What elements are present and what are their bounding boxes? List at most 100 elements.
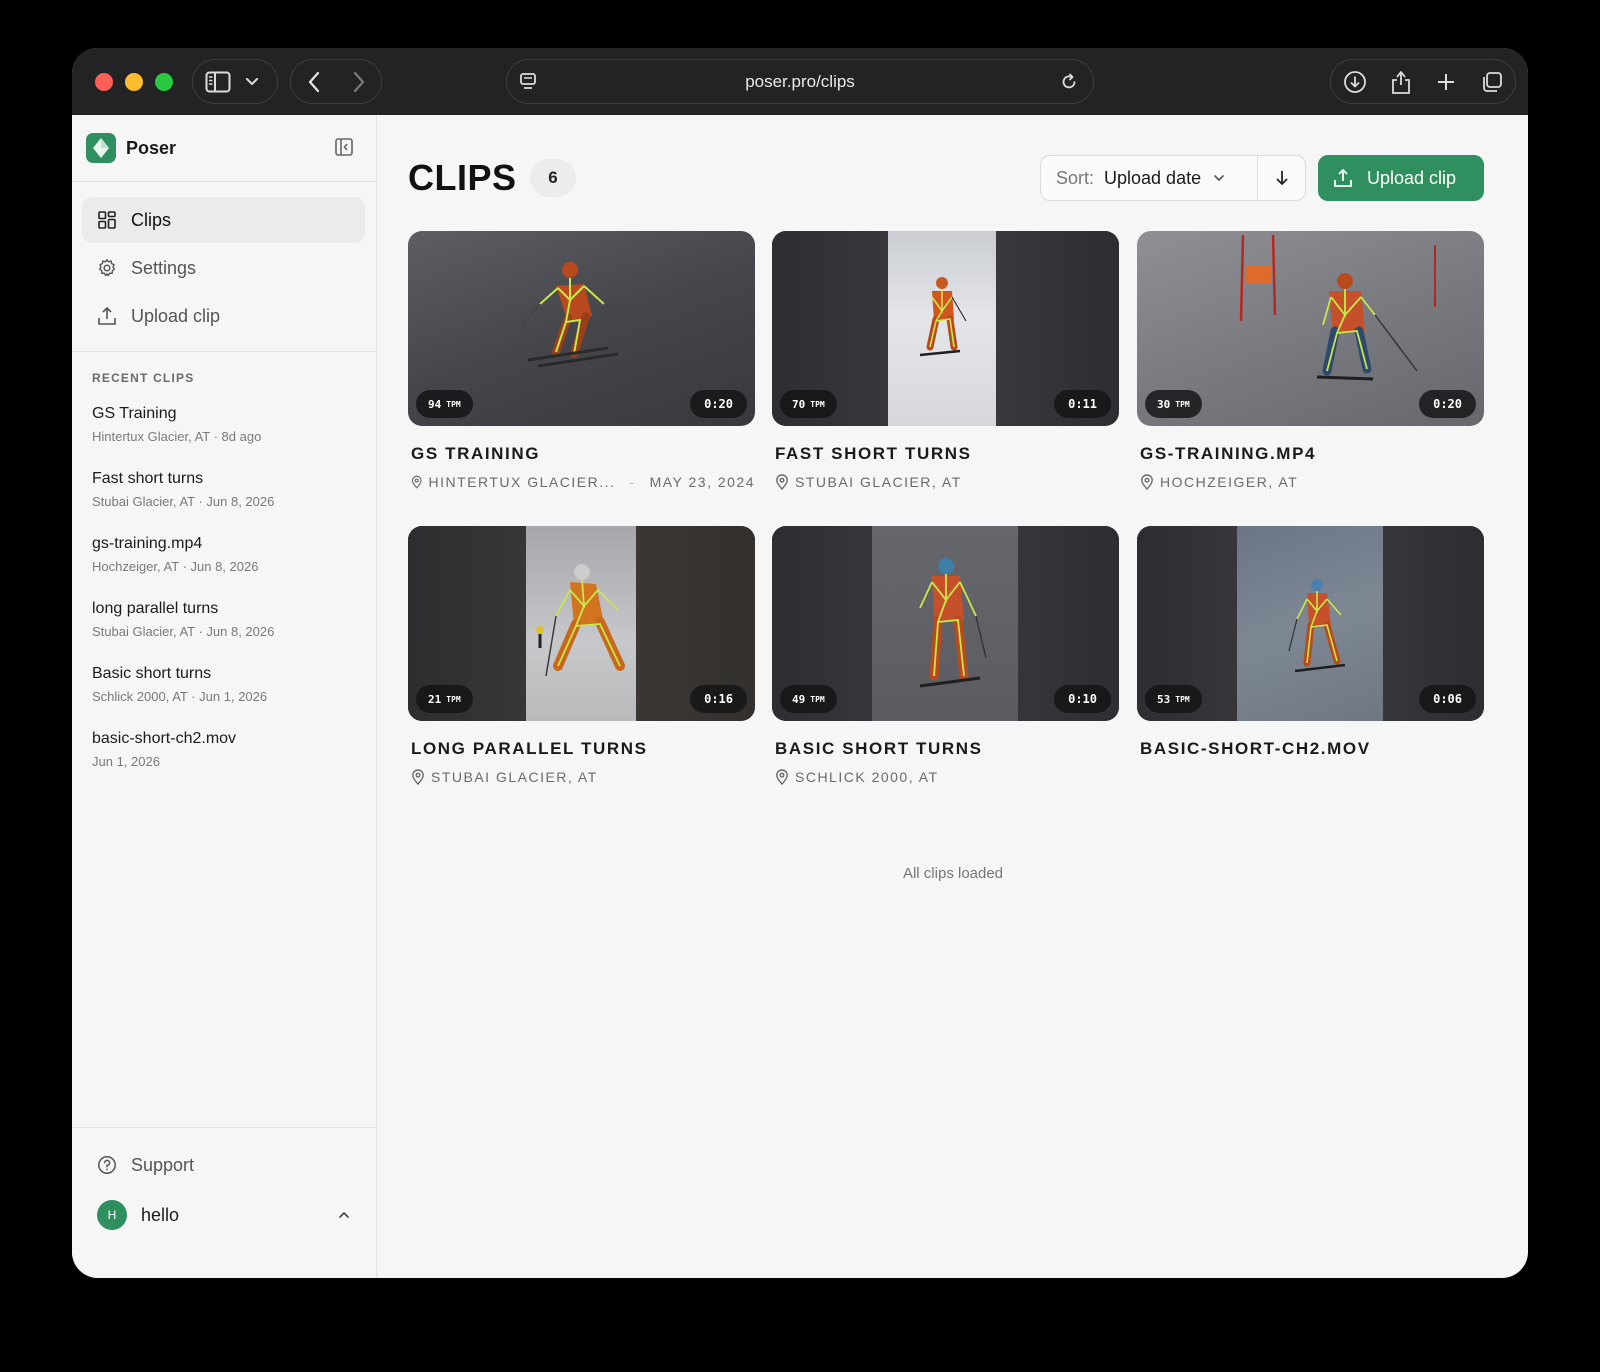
user-menu[interactable]: H hello bbox=[82, 1192, 365, 1238]
tpm-badge: 49 TPM bbox=[780, 685, 837, 713]
recent-clip-name: gs-training.mp4 bbox=[92, 535, 203, 552]
arrow-down-icon bbox=[1276, 171, 1288, 185]
recent-clip-item[interactable]: gs-training.mp4 Hochzeiger, AT · Jun 8, … bbox=[92, 535, 362, 574]
tpm-badge: 30 TPM bbox=[1145, 390, 1202, 418]
tpm-value: 49 bbox=[792, 692, 806, 706]
tabs-overview-icon[interactable] bbox=[1480, 70, 1504, 94]
recent-clip-meta: Hintertux Glacier, AT · 8d ago bbox=[92, 429, 262, 444]
new-tab-icon[interactable] bbox=[1435, 71, 1457, 93]
close-window-button[interactable] bbox=[95, 73, 113, 91]
sort-direction-button[interactable] bbox=[1258, 156, 1306, 200]
share-icon[interactable] bbox=[1390, 69, 1412, 95]
collapse-sidebar-icon[interactable] bbox=[334, 137, 354, 157]
upload-icon bbox=[98, 307, 116, 325]
recent-clip-meta: Jun 1, 2026 bbox=[92, 754, 160, 769]
clip-card[interactable]: 30 TPM 0:20 GS-TRAINING.MP4 HOCHZEIGER, A… bbox=[1137, 231, 1484, 490]
recent-clip-meta: Stubai Glacier, AT · Jun 8, 2026 bbox=[92, 624, 275, 639]
clip-card[interactable]: 21 TPM 0:16 LONG PARALLEL TURNS STUBAI GL… bbox=[408, 526, 755, 785]
clip-location: HOCHZEIGER, AT bbox=[1160, 474, 1299, 490]
clip-card[interactable]: 70 TPM 0:11 FAST SHORT TURNS STUBAI GLACI… bbox=[772, 231, 1119, 490]
location-pin-icon bbox=[411, 475, 422, 489]
tpm-badge: 53 TPM bbox=[1145, 685, 1202, 713]
tpm-unit: TPM bbox=[1175, 399, 1190, 409]
clip-title: GS TRAINING bbox=[411, 444, 541, 463]
sidebar-divider bbox=[72, 181, 376, 182]
clip-title: BASIC SHORT TURNS bbox=[775, 739, 983, 758]
sidebar-toggle-button[interactable] bbox=[192, 59, 278, 104]
skier-skeleton-overlay bbox=[919, 558, 987, 688]
zoom-window-button[interactable] bbox=[155, 73, 173, 91]
clip-title: LONG PARALLEL TURNS bbox=[411, 739, 648, 758]
clip-meta: HINTERTUX GLACIER... - MAY 23, 2024 bbox=[411, 474, 755, 490]
history-nav bbox=[290, 59, 382, 104]
forward-icon[interactable] bbox=[352, 71, 366, 93]
address-bar[interactable]: poser.pro/clips bbox=[506, 59, 1094, 104]
sort-value: Upload date bbox=[1104, 167, 1202, 188]
clip-card[interactable]: 94 TPM 0:20 GS TRAINING HINTERTUX GLACIER… bbox=[408, 231, 755, 490]
chevron-down-icon bbox=[1214, 175, 1224, 181]
download-icon[interactable] bbox=[1343, 70, 1367, 94]
help-icon bbox=[98, 1156, 116, 1174]
tpm-value: 21 bbox=[428, 692, 442, 706]
tpm-unit: TPM bbox=[810, 399, 825, 409]
clip-location: STUBAI GLACIER, AT bbox=[795, 474, 962, 490]
clip-thumbnail[interactable]: 94 TPM 0:20 bbox=[408, 231, 755, 426]
clip-thumbnail[interactable]: 21 TPM 0:16 bbox=[408, 526, 755, 721]
browser-toolbar: poser.pro/clips bbox=[72, 48, 1528, 115]
clip-thumbnail[interactable]: 70 TPM 0:11 bbox=[772, 231, 1119, 426]
page-menu-icon[interactable] bbox=[519, 72, 537, 92]
recent-clip-item[interactable]: GS Training Hintertux Glacier, AT · 8d a… bbox=[92, 405, 362, 444]
clip-thumbnail[interactable]: 53 TPM 0:06 bbox=[1137, 526, 1484, 721]
sidebar-icon bbox=[205, 71, 231, 92]
duration-badge: 0:10 bbox=[1054, 685, 1111, 713]
recent-clips-heading: RECENT CLIPS bbox=[92, 371, 195, 385]
tpm-badge: 21 TPM bbox=[416, 685, 473, 713]
duration-badge: 0:11 bbox=[1054, 390, 1111, 418]
clip-card[interactable]: 53 TPM 0:06 BASIC-SHORT-CH2.MOV bbox=[1137, 526, 1484, 759]
minimize-window-button[interactable] bbox=[125, 73, 143, 91]
sidebar-item-upload[interactable]: Upload clip bbox=[82, 293, 365, 339]
browser-actions bbox=[1330, 59, 1516, 104]
recent-clip-meta: Hochzeiger, AT · Jun 8, 2026 bbox=[92, 559, 259, 574]
support-label: Support bbox=[131, 1154, 195, 1175]
sidebar-item-clips[interactable]: Clips bbox=[82, 197, 365, 243]
browser-window: poser.pro/clips Poser Clips Settings Upl… bbox=[72, 48, 1528, 1278]
back-icon[interactable] bbox=[307, 71, 321, 93]
sidebar-item-settings[interactable]: Settings bbox=[82, 245, 365, 291]
location-pin-icon bbox=[1141, 474, 1153, 490]
recent-clip-meta: Schlick 2000, AT · Jun 1, 2026 bbox=[92, 689, 268, 704]
recent-clip-item[interactable]: long parallel turns Stubai Glacier, AT ·… bbox=[92, 600, 362, 639]
recent-clip-name: Basic short turns bbox=[92, 665, 212, 682]
skier-skeleton-overlay bbox=[919, 277, 967, 357]
location-pin-icon bbox=[776, 474, 788, 490]
tpm-badge: 70 TPM bbox=[780, 390, 837, 418]
upload-clip-button[interactable]: Upload clip bbox=[1318, 155, 1484, 201]
recent-clip-item[interactable]: Basic short turns Schlick 2000, AT · Jun… bbox=[92, 665, 362, 704]
sidebar-divider bbox=[72, 351, 376, 352]
clip-location: HINTERTUX GLACIER... bbox=[428, 474, 616, 490]
reload-icon[interactable] bbox=[1059, 72, 1079, 92]
clip-title: FAST SHORT TURNS bbox=[775, 444, 972, 463]
sort-label: Sort: bbox=[1056, 167, 1095, 188]
sort-select[interactable]: Sort: Upload date bbox=[1041, 156, 1225, 200]
recent-clip-item[interactable]: basic-short-ch2.mov Jun 1, 2026 bbox=[92, 730, 362, 769]
clip-thumbnail[interactable]: 30 TPM 0:20 bbox=[1137, 231, 1484, 426]
avatar: H bbox=[97, 1200, 127, 1230]
clip-meta: SCHLICK 2000, AT bbox=[775, 769, 1119, 785]
sidebar-divider bbox=[72, 1127, 376, 1128]
clip-thumbnail[interactable]: 49 TPM 0:10 bbox=[772, 526, 1119, 721]
support-link[interactable]: Support bbox=[82, 1142, 194, 1188]
gear-icon bbox=[98, 259, 116, 277]
clip-location: SCHLICK 2000, AT bbox=[795, 769, 939, 785]
tpm-badge: 94 TPM bbox=[416, 390, 473, 418]
clip-card[interactable]: 49 TPM 0:10 BASIC SHORT TURNS SCHLICK 200… bbox=[772, 526, 1119, 785]
recent-clip-name: GS Training bbox=[92, 405, 177, 422]
brand[interactable]: Poser bbox=[86, 133, 176, 163]
sidebar-item-label: Clips bbox=[131, 209, 172, 230]
sidebar-item-label: Settings bbox=[131, 257, 197, 278]
recent-clip-name: basic-short-ch2.mov bbox=[92, 730, 237, 747]
upload-icon bbox=[1334, 169, 1352, 187]
recent-clip-meta: Stubai Glacier, AT · Jun 8, 2026 bbox=[92, 494, 275, 509]
recent-clip-item[interactable]: Fast short turns Stubai Glacier, AT · Ju… bbox=[92, 470, 362, 509]
duration-badge: 0:20 bbox=[1419, 390, 1476, 418]
